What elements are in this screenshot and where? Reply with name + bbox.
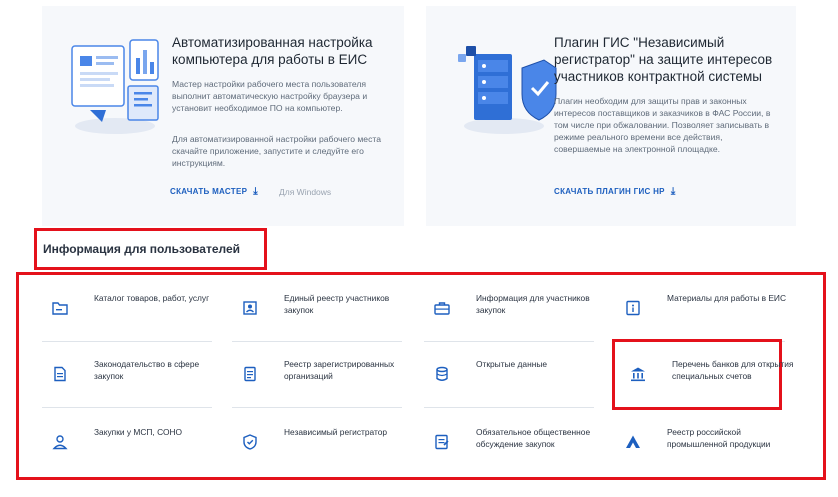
download-plugin-label: СКАЧАТЬ ПЛАГИН ГИС НР [554,187,665,196]
master-card-description: Мастер настройки рабочего места пользова… [172,79,368,113]
info-item-label: Реестр зарегистрированных организаций [284,359,395,381]
info-item-registry-participants[interactable]: Единый реестр участников закупок [232,282,422,342]
shield-icon [232,424,268,460]
organization-registry-icon [232,356,268,392]
computer-setup-illustration [60,28,180,138]
bank-icon [620,356,656,392]
info-item-organizations-registry[interactable]: Реестр зарегистрированных организаций [232,348,422,408]
info-item-label: Перечень банков для открытия специальных… [672,359,794,381]
industry-logo-icon [615,424,651,460]
info-item-materials[interactable]: Материалы для работы в ЕИС [615,282,805,342]
info-item-public-discussion[interactable]: Обязательное общественное обсуждение зак… [424,416,614,476]
person-icon [42,424,78,460]
info-item-catalog[interactable]: Каталог товаров, работ, услуг [42,282,232,342]
info-item-banks[interactable]: Перечень банков для открытия специальных… [620,348,810,408]
folder-icon [42,290,78,326]
info-item-participants-info[interactable]: Информация для участников закупок [424,282,614,342]
info-item-sme-purchases[interactable]: Закупки у МСП, СОНО [42,416,232,476]
page: Автоматизированная настройка компьютера … [0,0,838,497]
info-item-label: Каталог товаров, работ, услуг [94,293,210,303]
info-item-label: Законодательство в сфере закупок [94,359,200,381]
master-card-title: Автоматизированная настройка компьютера … [172,35,373,67]
discussion-document-icon [424,424,460,460]
download-master-label: СКАЧАТЬ МАСТЕР [170,187,248,196]
master-card: Автоматизированная настройка компьютера … [42,6,404,226]
plugin-card: Плагин ГИС "Независимый регистратор" на … [426,6,796,226]
briefcase-icon [424,290,460,326]
info-item-open-data[interactable]: Открытые данные [424,348,614,408]
info-item-label: Независимый регистратор [284,427,388,437]
registry-user-icon [232,290,268,326]
info-document-icon [615,290,651,326]
download-plugin-link[interactable]: СКАЧАТЬ ПЛАГИН ГИС НР ⤓ [554,186,676,197]
info-item-legislation[interactable]: Законодательство в сфере закупок [42,348,232,408]
plugin-card-description: Плагин необходим для защиты прав и закон… [554,96,771,154]
database-icon [424,356,460,392]
platform-label: Для Windows [279,187,332,197]
info-item-label: Единый реестр участников закупок [284,293,390,315]
download-master-link[interactable]: СКАЧАТЬ МАСТЕР ⤓ [170,186,258,197]
info-item-label: Информация для участников закупок [476,293,590,315]
info-item-label: Реестр российской промышленной продукции [667,427,771,449]
plugin-card-title: Плагин ГИС "Независимый регистратор" на … [554,35,773,84]
download-icon: ⤓ [253,186,259,197]
master-card-instructions: Для автоматизированной настройки рабочег… [172,134,382,168]
server-shield-illustration [444,28,564,138]
info-item-independent-registrar[interactable]: Независимый регистратор [232,416,422,476]
download-icon: ⤓ [670,186,676,197]
info-item-industrial-products[interactable]: Реестр российской промышленной продукции [615,416,805,476]
info-item-label: Материалы для работы в ЕИС [667,293,787,303]
law-document-icon [42,356,78,392]
info-item-label: Закупки у МСП, СОНО [94,427,183,437]
section-title: Информация для пользователей [43,242,241,256]
info-item-label: Открытые данные [476,359,548,369]
info-item-label: Обязательное общественное обсуждение зак… [476,427,591,449]
